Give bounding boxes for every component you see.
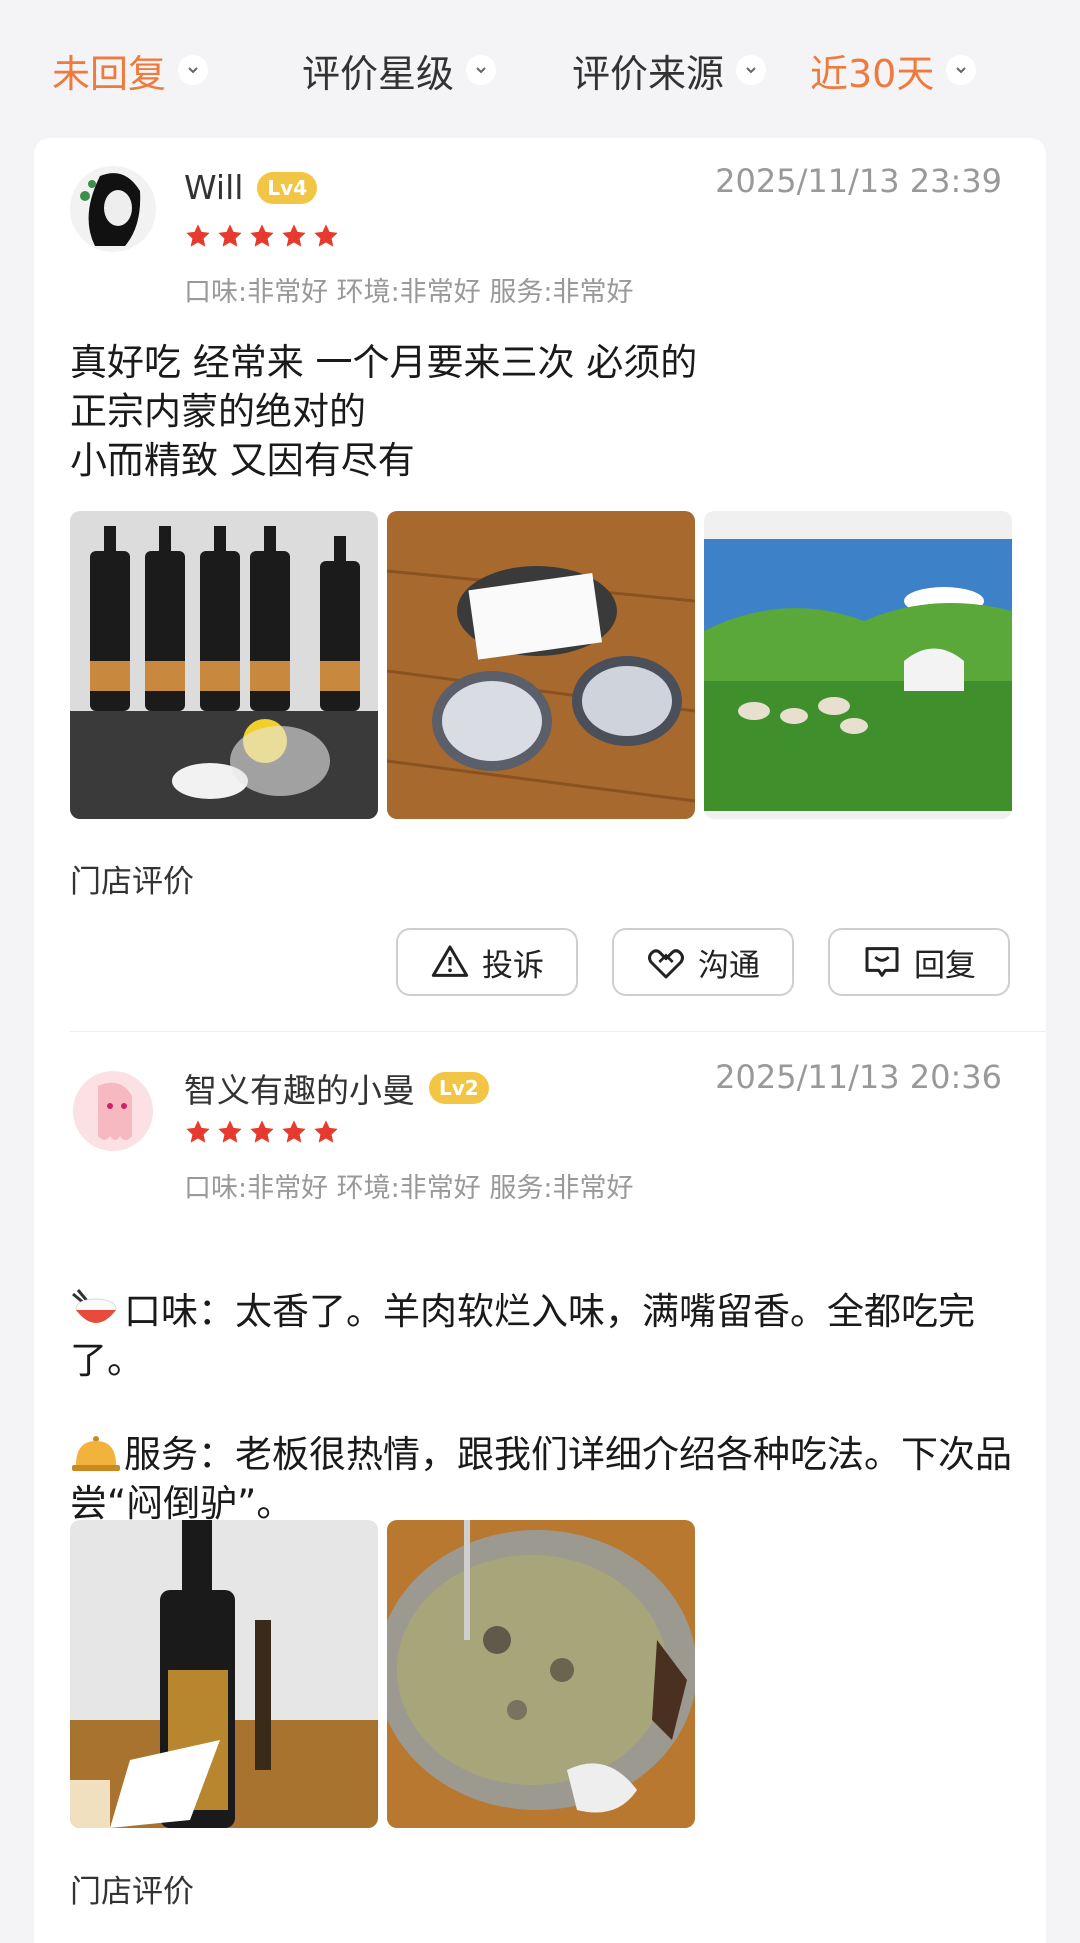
- username: Will Lv4: [184, 168, 318, 207]
- star-rating: [184, 222, 340, 250]
- sub-scores: 口味:非常好 环境:非常好 服务:非常好: [184, 1173, 634, 1204]
- handshake-icon: [648, 949, 684, 979]
- chevron-down-icon: [466, 55, 497, 85]
- store-review-label: 门店评价: [70, 864, 194, 900]
- star-icon: [186, 224, 210, 247]
- warning-icon: [431, 945, 469, 977]
- star-rating: [184, 1118, 340, 1146]
- review-date: 2025/11/13 23:39: [715, 162, 1002, 200]
- star-icon: [186, 1120, 210, 1143]
- filter-rating[interactable]: 评价星级: [302, 40, 497, 100]
- level-badge: Lv4: [257, 171, 318, 204]
- filter-label: 未回复: [52, 51, 167, 96]
- filter-source[interactable]: 评价来源: [572, 40, 767, 100]
- star-icon: [314, 224, 338, 247]
- chevron-down-icon: [946, 55, 977, 85]
- username: 智义有趣的小曼 Lv2: [184, 1064, 489, 1112]
- store-review-label: 门店评价: [70, 1874, 194, 1910]
- liquor-bottle-photo[interactable]: [70, 1520, 378, 1828]
- comment-icon: [865, 947, 899, 977]
- filter-bar: 未回复 评价星级 评价来源 近30天: [0, 0, 1080, 138]
- chevron-down-icon: [736, 55, 767, 85]
- star-icon: [250, 1120, 274, 1143]
- hotpot-photo[interactable]: [387, 1520, 695, 1828]
- avatar[interactable]: [70, 166, 156, 252]
- chevron-down-icon: [178, 55, 209, 85]
- star-icon: [218, 1120, 242, 1143]
- filter-label: 评价星级: [302, 51, 455, 96]
- complain-button[interactable]: 投诉: [396, 928, 578, 996]
- filter-label: 近30天: [810, 51, 935, 96]
- star-icon: [314, 1120, 338, 1143]
- avatar[interactable]: [70, 1066, 156, 1152]
- filter-date-range[interactable]: 近30天: [810, 40, 977, 100]
- filter-label: 评价来源: [572, 51, 725, 96]
- review-actions: 投诉 沟通 回复: [396, 928, 1010, 996]
- taste-text: 口味：太香了。羊肉软烂入味，满嘴留香。全都吃完了。: [70, 1290, 975, 1382]
- table-sauce-photo[interactable]: [387, 511, 695, 819]
- filter-unreplied[interactable]: 未回复: [52, 40, 209, 100]
- sub-scores: 口味:非常好 环境:非常好 服务:非常好: [184, 277, 634, 308]
- username-text: 智义有趣的小曼: [184, 1071, 415, 1110]
- star-icon: [282, 1120, 306, 1143]
- reply-button[interactable]: 回复: [828, 928, 1010, 996]
- liquor-bottles-photo[interactable]: [70, 511, 378, 819]
- review-list-card: Will Lv4 2025/11/13 23:39 口味:非常好 环境:非常好 …: [34, 138, 1046, 1943]
- username-text: Will: [184, 168, 244, 207]
- review-date: 2025/11/13 20:36: [715, 1058, 1002, 1096]
- photo-grid: [70, 511, 1012, 819]
- complain-label: 投诉: [482, 947, 544, 984]
- reply-label: 回复: [914, 947, 976, 984]
- star-icon: [218, 224, 242, 247]
- service-bell-icon: [72, 1436, 120, 1471]
- star-icon: [250, 224, 274, 247]
- communicate-label: 沟通: [698, 947, 760, 984]
- service-text: 服务：老板很热情，跟我们详细介绍各种吃法。下次品尝“闷倒驴”。: [70, 1433, 1012, 1525]
- grassland-mural-photo[interactable]: [704, 511, 1012, 819]
- divider: [70, 1031, 1046, 1032]
- review-content: 真好吃 经常来 一个月要来三次 必须的 正宗内蒙的绝对的 小而精致 又因有尽有: [70, 341, 698, 482]
- review-content-taste: 口味：太香了。羊肉软烂入味，满嘴留香。全都吃完了。: [70, 1238, 1020, 1385]
- photo-grid: [70, 1520, 695, 1828]
- star-icon: [282, 224, 306, 247]
- level-badge: Lv2: [429, 1072, 489, 1104]
- communicate-button[interactable]: 沟通: [612, 928, 794, 996]
- review-content-service: 服务：老板很热情，跟我们详细介绍各种吃法。下次品尝“闷倒驴”。: [70, 1381, 1020, 1528]
- rice-bowl-icon: [72, 1289, 117, 1323]
